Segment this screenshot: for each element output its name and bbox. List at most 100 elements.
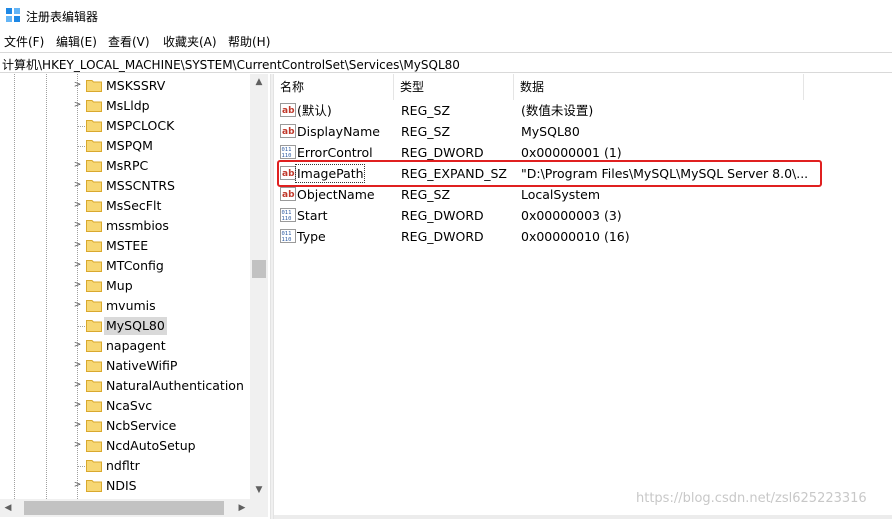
chevron-right-icon[interactable]: > xyxy=(73,381,82,390)
tree-item[interactable]: > MsLldp xyxy=(0,96,250,116)
tree-item-label: Mup xyxy=(106,278,133,293)
chevron-right-icon[interactable]: > xyxy=(73,241,82,250)
value-data: MySQL80 xyxy=(521,124,580,139)
tree-item[interactable]: MSPQM xyxy=(0,136,250,156)
tree-item[interactable]: > NcaSvc xyxy=(0,396,250,416)
value-type: REG_SZ xyxy=(401,103,451,118)
folder-icon xyxy=(86,400,102,412)
tree-connector xyxy=(77,126,85,127)
folder-icon xyxy=(86,320,102,332)
tree-item-label: MsRPC xyxy=(106,158,149,173)
folder-icon xyxy=(86,240,102,252)
imagepath-highlight-annotation xyxy=(277,160,822,187)
tree-item[interactable]: > Mup xyxy=(0,276,250,296)
column-header-data[interactable]: 数据 xyxy=(514,74,804,100)
tree-item[interactable]: > NativeWifiP xyxy=(0,356,250,376)
scroll-thumb[interactable] xyxy=(252,260,266,278)
menu-view[interactable]: 查看(V) xyxy=(108,33,150,50)
menu-favorites[interactable]: 收藏夹(A) xyxy=(163,33,217,50)
watermark: https://blog.csdn.net/zsl625223316 xyxy=(636,491,867,506)
tree-item[interactable]: > MSSCNTRS xyxy=(0,176,250,196)
value-name: ErrorControl xyxy=(297,145,373,160)
value-name: DisplayName xyxy=(297,124,380,139)
chevron-right-icon[interactable]: > xyxy=(73,341,82,350)
chevron-right-icon[interactable]: > xyxy=(73,181,82,190)
folder-icon xyxy=(86,480,102,492)
menu-file[interactable]: 文件(F) xyxy=(4,33,44,50)
tree-item[interactable]: > mvumis xyxy=(0,296,250,316)
scroll-left-icon[interactable]: ◀ xyxy=(0,499,16,517)
chevron-right-icon[interactable]: > xyxy=(73,441,82,450)
tree-item-label: MTConfig xyxy=(106,258,164,273)
tree-item[interactable]: > mssmbios xyxy=(0,216,250,236)
scroll-down-icon[interactable]: ▼ xyxy=(250,482,268,498)
tree-item-label: NaturalAuthentication xyxy=(106,378,244,393)
folder-icon xyxy=(86,80,102,92)
tree-item[interactable]: > NcdAutoSetup xyxy=(0,436,250,456)
tree-item-label: MSKSSRV xyxy=(106,78,166,93)
scroll-thumb[interactable] xyxy=(24,501,224,515)
tree-item-label: NDIS xyxy=(106,478,137,493)
tree-item[interactable]: > MsRPC xyxy=(0,156,250,176)
value-type: REG_DWORD xyxy=(401,229,484,244)
scroll-right-icon[interactable]: ▶ xyxy=(234,499,250,517)
key-tree[interactable]: > MSKSSRV > MsLldp MSPCLOCK MSPQM > MsRPC > MSSCN… xyxy=(0,74,268,499)
tree-item[interactable]: > MTConfig xyxy=(0,256,250,276)
dword-value-icon: 011110 xyxy=(280,208,296,222)
value-data: 0x00000010 (16) xyxy=(521,229,630,244)
chevron-right-icon[interactable]: > xyxy=(73,481,82,490)
value-row[interactable]: ab (默认) REG_SZ (数值未设置) xyxy=(274,100,892,121)
tree-item[interactable]: MSPCLOCK xyxy=(0,116,250,136)
chevron-right-icon[interactable]: > xyxy=(73,161,82,170)
tree-item[interactable]: > napagent xyxy=(0,336,250,356)
chevron-right-icon[interactable]: > xyxy=(73,221,82,230)
scroll-up-icon[interactable]: ▲ xyxy=(250,74,268,90)
menu-bar: 文件(F) 编辑(E) 查看(V) 收藏夹(A) 帮助(H) xyxy=(0,30,892,52)
chevron-right-icon[interactable]: > xyxy=(73,101,82,110)
menu-edit[interactable]: 编辑(E) xyxy=(56,33,97,50)
tree-item-label: MsLldp xyxy=(106,98,150,113)
tree-item[interactable]: > NDIS xyxy=(0,476,250,496)
column-header-name[interactable]: 名称 xyxy=(274,74,394,100)
folder-icon xyxy=(86,200,102,212)
value-list[interactable]: 名称 类型 数据 ab (默认) REG_SZ (数值未设置) ab DisplayNam… xyxy=(274,74,892,519)
tree-item[interactable]: > NcbService xyxy=(0,416,250,436)
tree-item-label: MySQL80 xyxy=(104,317,167,335)
folder-icon xyxy=(86,160,102,172)
tree-item-label: NativeWifiP xyxy=(106,358,178,373)
address-path[interactable]: 计算机\HKEY_LOCAL_MACHINE\SYSTEM\CurrentCon… xyxy=(2,56,460,73)
folder-icon xyxy=(86,360,102,372)
chevron-right-icon[interactable]: > xyxy=(73,421,82,430)
tree-item[interactable]: > MSKSSRV xyxy=(0,76,250,96)
value-name: Start xyxy=(297,208,328,223)
chevron-right-icon[interactable]: > xyxy=(73,301,82,310)
value-row[interactable]: ab ObjectName REG_SZ LocalSystem xyxy=(274,184,892,205)
tree-item-label: MSSCNTRS xyxy=(106,178,175,193)
folder-icon xyxy=(86,460,102,472)
menu-help[interactable]: 帮助(H) xyxy=(228,33,270,50)
tree-item[interactable]: > MsSecFlt xyxy=(0,196,250,216)
tree-item[interactable]: ndfltr xyxy=(0,456,250,476)
chevron-right-icon[interactable]: > xyxy=(73,401,82,410)
value-row[interactable]: ab DisplayName REG_SZ MySQL80 xyxy=(274,121,892,142)
folder-icon xyxy=(86,300,102,312)
chevron-right-icon[interactable]: > xyxy=(73,81,82,90)
chevron-right-icon[interactable]: > xyxy=(73,361,82,370)
chevron-right-icon[interactable]: > xyxy=(73,281,82,290)
tree-item[interactable]: > MSTEE xyxy=(0,236,250,256)
tree-item-label: MSPQM xyxy=(106,138,153,153)
value-row[interactable]: 011 110 Start REG_DWORD 0x00000003 (3) xyxy=(274,205,892,226)
tree-item[interactable]: > NaturalAuthentication xyxy=(0,376,250,396)
value-type: REG_SZ xyxy=(401,124,451,139)
tree-item[interactable]: MySQL80 xyxy=(0,316,250,336)
tree-item-label: MsSecFlt xyxy=(106,198,162,213)
column-header-type[interactable]: 类型 xyxy=(394,74,514,100)
value-data: LocalSystem xyxy=(521,187,601,202)
chevron-right-icon[interactable]: > xyxy=(73,261,82,270)
folder-icon xyxy=(86,120,102,132)
chevron-right-icon[interactable]: > xyxy=(73,201,82,210)
address-bar[interactable]: 计算机\HKEY_LOCAL_MACHINE\SYSTEM\CurrentCon… xyxy=(0,52,892,73)
tree-vertical-scrollbar[interactable]: ▲ ▼ xyxy=(250,74,268,499)
value-row[interactable]: 011 110 Type REG_DWORD 0x00000010 (16) xyxy=(274,226,892,247)
tree-horizontal-scrollbar[interactable]: ◀ ▶ xyxy=(0,499,268,517)
